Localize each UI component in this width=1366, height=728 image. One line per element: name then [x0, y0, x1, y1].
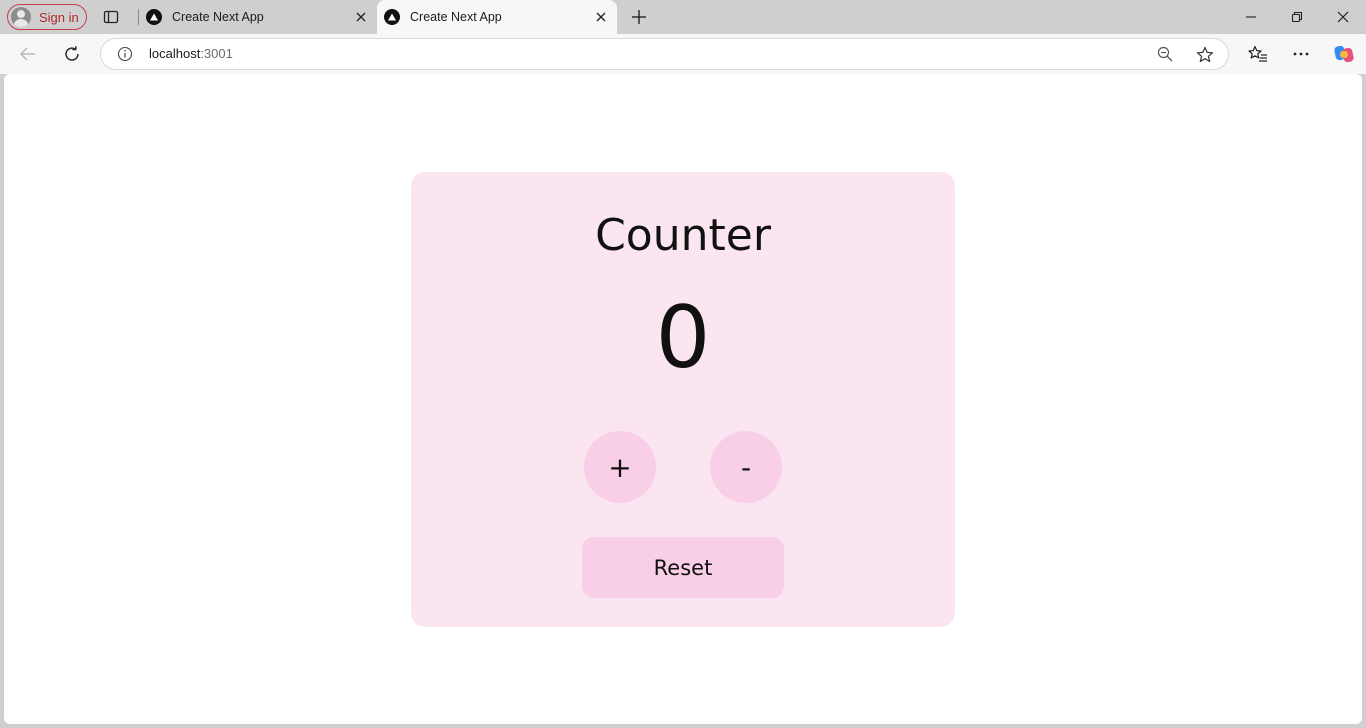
nextjs-triangle-icon	[146, 9, 162, 25]
url-host: localhost	[149, 46, 201, 61]
zoom-out-icon	[1157, 46, 1173, 62]
tab-active[interactable]: Create Next App	[377, 0, 617, 34]
url-port: :3001	[200, 46, 233, 61]
restore-button[interactable]	[1274, 0, 1320, 34]
info-icon	[117, 46, 133, 62]
reset-button[interactable]: Reset	[582, 537, 784, 598]
counter-value: 0	[655, 288, 711, 388]
tab-title: Create Next App	[172, 10, 264, 24]
window-close-button[interactable]	[1320, 0, 1366, 34]
more-icon	[1293, 52, 1309, 56]
favorites-icon	[1248, 45, 1267, 62]
minimize-icon	[1246, 16, 1256, 18]
decrement-button[interactable]: -	[710, 431, 782, 503]
minimize-button[interactable]	[1228, 0, 1274, 34]
new-tab-button[interactable]	[628, 6, 650, 28]
tab-inactive[interactable]: Create Next App	[139, 0, 377, 34]
tab-strip: Sign in Create Next App Create Next App	[0, 0, 1366, 34]
refresh-icon	[65, 46, 79, 61]
copilot-button[interactable]	[1330, 40, 1358, 68]
tab-actions-button[interactable]	[100, 6, 122, 28]
back-arrow-icon	[20, 47, 35, 61]
browser-toolbar: localhost:3001	[0, 34, 1366, 74]
site-info-button[interactable]	[117, 46, 133, 62]
page-viewport: Counter 0 + - Reset	[4, 74, 1362, 724]
tab-close-button[interactable]	[593, 9, 609, 25]
refresh-button[interactable]	[58, 40, 86, 68]
restore-icon	[1291, 11, 1303, 23]
sign-in-label: Sign in	[39, 9, 79, 25]
close-icon	[1337, 11, 1349, 23]
star-icon	[1196, 46, 1214, 63]
favorites-button[interactable]	[1244, 40, 1272, 68]
copilot-icon	[1334, 45, 1354, 63]
zoom-button[interactable]	[1156, 45, 1174, 63]
plus-icon	[632, 10, 646, 24]
close-icon	[356, 12, 366, 22]
tab-actions-icon	[103, 10, 119, 24]
counter-title: Counter	[595, 210, 771, 261]
favorite-button[interactable]	[1195, 45, 1215, 65]
profile-avatar-icon	[11, 7, 31, 27]
close-icon	[596, 12, 606, 22]
back-button[interactable]	[14, 40, 42, 68]
settings-menu-button[interactable]	[1287, 40, 1315, 68]
counter-card: Counter 0 + - Reset	[411, 172, 955, 627]
profile-sign-in-button[interactable]: Sign in	[7, 4, 87, 30]
nextjs-triangle-icon	[384, 9, 400, 25]
increment-button[interactable]: +	[584, 431, 656, 503]
tab-title: Create Next App	[410, 10, 502, 24]
url-text[interactable]: localhost:3001	[149, 46, 233, 61]
address-bar[interactable]: localhost:3001	[100, 38, 1229, 70]
tab-close-button[interactable]	[353, 9, 369, 25]
